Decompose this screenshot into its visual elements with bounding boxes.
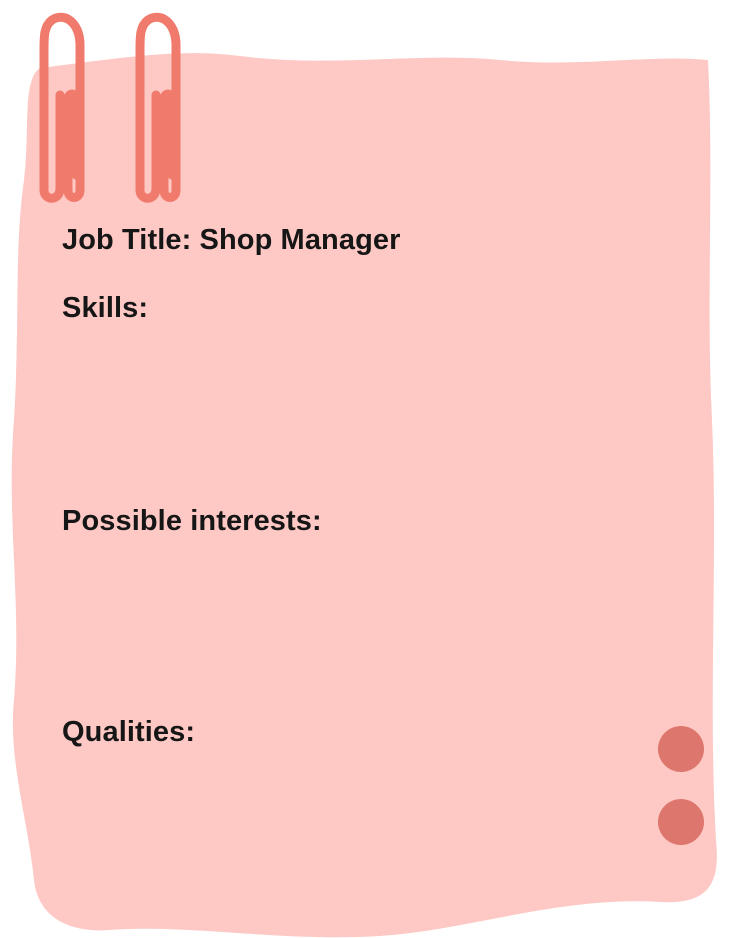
worksheet-card: Job Title: Shop Manager Skills: Possible… — [0, 0, 740, 938]
job-title-label: Job Title: Shop Manager — [62, 224, 401, 256]
circle-dot-icon — [658, 726, 704, 772]
paper-background — [11, 53, 717, 938]
circle-dot-icon-2 — [658, 799, 704, 845]
paper-sheet — [11, 12, 717, 938]
qualities-heading: Qualities: — [62, 716, 196, 748]
skills-heading: Skills: — [62, 292, 149, 324]
interests-heading: Possible interests: — [62, 505, 322, 537]
